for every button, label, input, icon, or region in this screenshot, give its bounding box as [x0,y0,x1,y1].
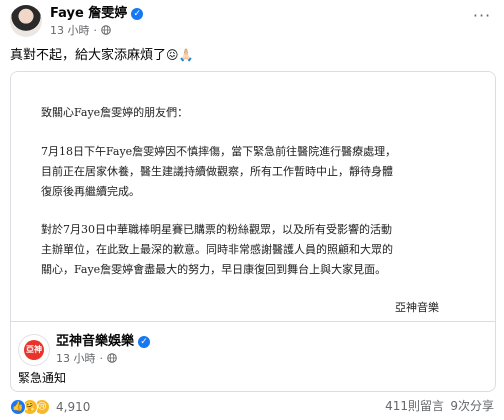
letter-line: 關心，Faye詹雯婷會盡最大的努力，早日康復回到舞台上與大家見面。 [41,263,387,276]
letter-line: 目前正在居家休養，醫生建議持續做觀察，所有工作暫時中止，靜待身體 [41,165,393,178]
page-name-row: 亞神音樂娛樂 ✓ [56,334,151,350]
author-row: Faye 詹雯婷 ✓ [50,6,144,22]
reactions-summary[interactable]: 👍 🤗 😢 4,910 [10,399,90,415]
more-horizontal-icon: ··· [472,6,492,25]
post-caption: 真對不起，給大家添麻煩了😖🙏🏻 [10,46,193,65]
post-time[interactable]: 13 小時 [50,22,90,38]
shared-post-card[interactable]: 致關心Faye詹雯婷的朋友們： 7月18日下午Faye詹雯婷因不慎摔傷，當下緊急… [10,71,496,392]
letter-line: 復原後再繼續完成。 [41,185,140,198]
author-avatar[interactable] [10,5,42,37]
shared-post-text: 緊急通知 [18,371,67,385]
shares-count[interactable]: 9次分享 [450,399,494,413]
letter-line: 主辦單位，在此致上最深的歉意。同時非常感謝醫護人員的照顧和大眾的 [41,243,393,256]
reaction-count: 4,910 [56,400,91,414]
like-reaction-icon: 👍 [10,399,26,415]
post-footer: 👍 🤗 😢 4,910 411則留言 9次分享 [0,395,504,420]
page-logo-icon: 亞神 [24,340,44,360]
post-meta: 13 小時 · [50,23,111,37]
page-meta: 13 小時 · [56,351,117,365]
comments-count[interactable]: 411則留言 [385,399,444,413]
page-name[interactable]: 亞神音樂娛樂 [56,334,134,350]
letter-greeting: 致關心Faye詹雯婷的朋友們： [41,106,189,119]
letter-line: 對於7月30日中華職棒明星賽已購票的粉絲觀眾，以及所有受影響的活動 [41,223,392,236]
meta-separator: · [93,23,98,37]
statement-image[interactable]: 致關心Faye詹雯婷的朋友們： 7月18日下午Faye詹雯婷因不慎摔傷，當下緊急… [11,72,495,321]
globe-icon [107,353,117,363]
page-post-time[interactable]: 13 小時 [56,350,96,366]
meta-separator: · [99,351,104,365]
letter-line: 7月18日下午Faye詹雯婷因不慎摔傷，當下緊急前往醫院進行醫療處理， [41,145,397,158]
author-name[interactable]: Faye 詹雯婷 [50,6,127,22]
verified-badge-icon: ✓ [138,336,151,348]
more-options-button[interactable]: ··· [472,8,492,28]
shared-page-info: 亞神 亞神音樂娛樂 ✓ 13 小時 · 緊急通知 [11,322,495,391]
caption-text: 真對不起，給大家添麻煩了 [10,48,167,63]
page-avatar[interactable]: 亞神 [18,334,50,366]
globe-icon [101,25,111,35]
verified-badge-icon: ✓ [131,8,144,20]
letter-signature: 亞神音樂 [395,301,439,314]
caption-emoji: 😖🙏🏻 [166,48,194,62]
post-header: Faye 詹雯婷 ✓ 13 小時 · ··· [0,0,504,42]
